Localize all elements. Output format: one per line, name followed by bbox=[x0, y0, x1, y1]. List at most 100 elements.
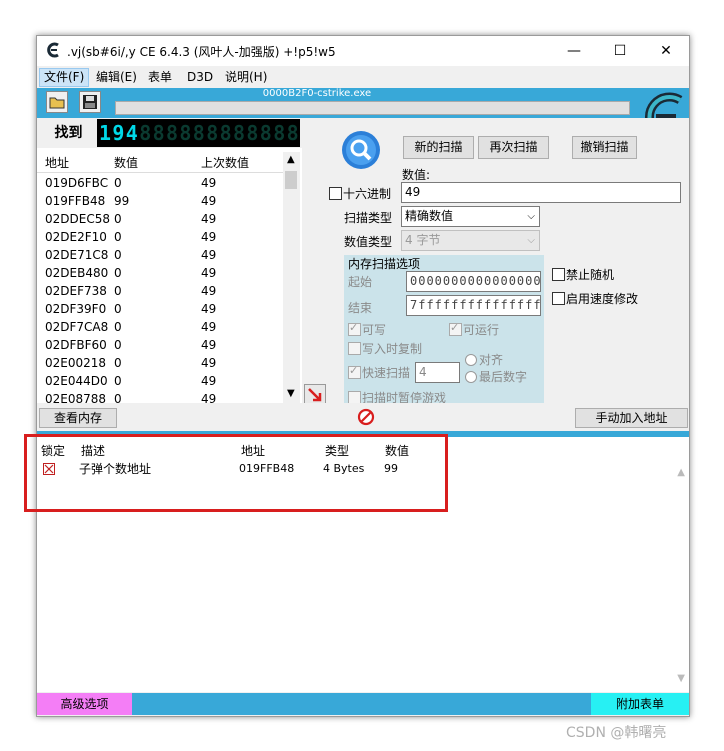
result-address: 02DEF738 bbox=[45, 284, 107, 298]
result-address: 02DDEC58 bbox=[45, 212, 110, 226]
lcd-digit-on: 9 bbox=[112, 121, 125, 145]
action-strip: 查看内存 手动加入地址 bbox=[37, 403, 689, 433]
advanced-options-button[interactable]: 高级选项 bbox=[37, 693, 132, 715]
result-address: 02E044D0 bbox=[45, 374, 108, 388]
results-header-address[interactable]: 地址 bbox=[45, 154, 115, 172]
result-row[interactable]: 019D6FBC 0 49 bbox=[37, 174, 283, 192]
next-scan-button[interactable]: 再次扫描 bbox=[478, 136, 549, 159]
result-previous: 49 bbox=[201, 230, 217, 244]
result-row[interactable]: 02E00218 0 49 bbox=[37, 354, 283, 372]
copy-on-write-checkbox[interactable] bbox=[348, 342, 361, 355]
folder-open-icon bbox=[49, 97, 65, 109]
lcd-digit-off: 8 bbox=[286, 121, 299, 145]
start-label: 起始 bbox=[348, 275, 373, 289]
result-row[interactable]: 02DDEC58 0 49 bbox=[37, 210, 283, 228]
disable-random-checkbox[interactable] bbox=[552, 268, 565, 281]
add-address-manually-button[interactable]: 手动加入地址 bbox=[575, 408, 688, 428]
result-address: 019FFB48 bbox=[45, 194, 106, 208]
address-scroll-down-icon[interactable]: ▼ bbox=[677, 673, 685, 684]
lcd-digit-on: 4 bbox=[125, 121, 138, 145]
result-row[interactable]: 02DE71C8 0 49 bbox=[37, 246, 283, 264]
result-row[interactable]: 02DEB480 0 49 bbox=[37, 264, 283, 282]
result-value: 0 bbox=[114, 356, 122, 370]
close-button[interactable]: ✕ bbox=[643, 36, 689, 66]
result-row[interactable]: 02E08788 0 49 bbox=[37, 390, 283, 403]
maximize-button[interactable]: ☐ bbox=[597, 36, 643, 66]
lcd-digit-off: 8 bbox=[273, 121, 286, 145]
cheat-engine-window: .vj(sb#6i/,y CE 6.4.3 (风叶人-加强版) +!p5!w5 … bbox=[36, 35, 690, 717]
minimize-button[interactable]: — bbox=[551, 36, 597, 66]
table-extras-button[interactable]: 附加表单 bbox=[591, 693, 689, 715]
menu-d3d[interactable]: D3D bbox=[183, 69, 217, 86]
result-value: 0 bbox=[114, 212, 122, 226]
found-label: 找到 bbox=[41, 121, 96, 145]
memory-options-title: 内存扫描选项 bbox=[348, 257, 421, 271]
scroll-thumb[interactable] bbox=[285, 171, 297, 189]
lcd-digit-off: 8 bbox=[192, 121, 205, 145]
no-entry-icon[interactable] bbox=[357, 408, 375, 426]
start-address-input[interactable]: 0000000000000000 bbox=[406, 271, 541, 292]
address-scroll-up-icon[interactable]: ▲ bbox=[677, 467, 685, 478]
result-value: 0 bbox=[114, 320, 122, 334]
result-previous: 49 bbox=[201, 284, 217, 298]
value-input[interactable]: 49 bbox=[401, 182, 681, 203]
menu-table[interactable]: 表单 bbox=[144, 69, 176, 86]
result-value: 0 bbox=[114, 248, 122, 262]
lcd-digit-off: 8 bbox=[139, 121, 152, 145]
fast-scan-label: 快速扫描 bbox=[362, 366, 411, 380]
result-row[interactable]: 02DEF738 0 49 bbox=[37, 282, 283, 300]
results-header-previous[interactable]: 上次数值 bbox=[201, 154, 281, 172]
watermark: CSDN @韩曙亮 bbox=[566, 725, 667, 741]
result-previous: 49 bbox=[201, 338, 217, 352]
lcd-digit-off: 8 bbox=[206, 121, 219, 145]
result-address: 02DE71C8 bbox=[45, 248, 109, 262]
new-scan-button[interactable]: 新的扫描 bbox=[403, 136, 474, 159]
stop-address-input[interactable]: 7fffffffffffffff bbox=[406, 295, 541, 316]
result-previous: 49 bbox=[201, 356, 217, 370]
lcd-digit-off: 8 bbox=[152, 121, 165, 145]
hex-checkbox[interactable] bbox=[329, 187, 342, 200]
scan-type-select[interactable]: 精确数值 ⌵ bbox=[401, 206, 540, 227]
lcd-digit-off: 8 bbox=[179, 121, 192, 145]
result-row[interactable]: 019FFB48 99 49 bbox=[37, 192, 283, 210]
result-previous: 49 bbox=[201, 194, 217, 208]
align-radio[interactable] bbox=[465, 354, 477, 366]
save-button[interactable] bbox=[79, 91, 101, 113]
fast-scan-alignment-input[interactable]: 4 bbox=[415, 362, 460, 383]
menu-file[interactable]: 文件(F) bbox=[39, 68, 90, 87]
result-value: 0 bbox=[114, 230, 122, 244]
result-address: 019D6FBC bbox=[45, 176, 109, 190]
value-label: 数值: bbox=[402, 168, 431, 182]
result-previous: 49 bbox=[201, 212, 217, 226]
result-previous: 49 bbox=[201, 248, 217, 262]
scroll-up-icon[interactable]: ▲ bbox=[287, 154, 295, 165]
result-address: 02E08788 bbox=[45, 392, 107, 403]
result-previous: 49 bbox=[201, 320, 217, 334]
value-type-select[interactable]: 4 字节 ⌵ bbox=[401, 230, 540, 251]
results-header-value[interactable]: 数值 bbox=[114, 154, 194, 172]
result-value: 0 bbox=[114, 266, 122, 280]
fast-scan-checkbox[interactable] bbox=[348, 364, 361, 379]
menu-help[interactable]: 说明(H) bbox=[221, 69, 271, 86]
view-memory-button[interactable]: 查看内存 bbox=[39, 408, 117, 428]
executable-checkbox[interactable] bbox=[449, 321, 462, 336]
align-label: 对齐 bbox=[479, 353, 504, 367]
floppy-disk-icon bbox=[83, 95, 97, 109]
hex-label: 十六进制 bbox=[343, 187, 392, 201]
results-list: 019D6FBC 0 49 019FFB48 99 49 02DDEC58 0 49 02DE2F… bbox=[37, 174, 283, 403]
results-scrollbar[interactable]: ▲ ▼ bbox=[283, 152, 300, 403]
result-row[interactable]: 02DFBF60 0 49 bbox=[37, 336, 283, 354]
undo-scan-button[interactable]: 撤销扫描 bbox=[572, 136, 637, 159]
scroll-down-icon[interactable]: ▼ bbox=[287, 388, 295, 399]
writable-checkbox[interactable] bbox=[348, 321, 361, 336]
result-row[interactable]: 02DF7CA8 0 49 bbox=[37, 318, 283, 336]
result-row[interactable]: 02DE2F10 0 49 bbox=[37, 228, 283, 246]
last-digits-radio[interactable] bbox=[465, 371, 477, 383]
magnifier-icon bbox=[342, 131, 380, 169]
menu-edit[interactable]: 编辑(E) bbox=[92, 69, 141, 86]
result-row[interactable]: 02DF39F0 0 49 bbox=[37, 300, 283, 318]
open-process-button[interactable] bbox=[46, 91, 68, 113]
result-row[interactable]: 02E044D0 0 49 bbox=[37, 372, 283, 390]
writable-label: 可写 bbox=[362, 323, 387, 337]
speedhack-checkbox[interactable] bbox=[552, 292, 565, 305]
